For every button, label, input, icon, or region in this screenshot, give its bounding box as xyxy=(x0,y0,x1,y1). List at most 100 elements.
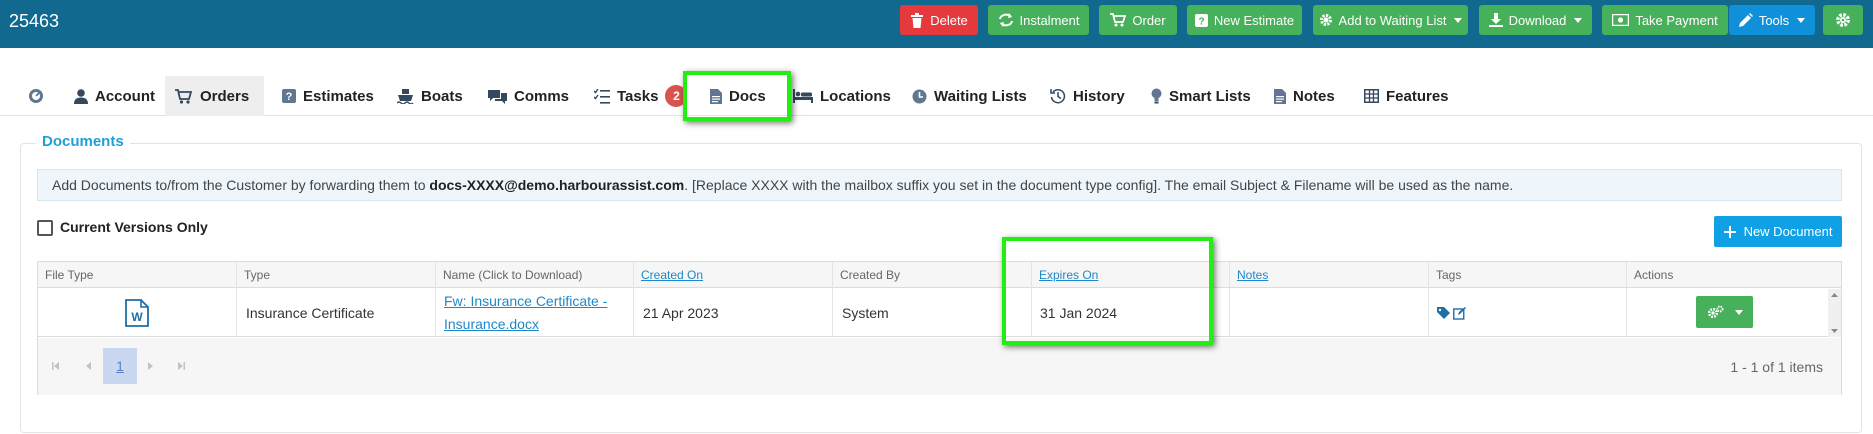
tab-boats[interactable]: Boats xyxy=(387,76,473,116)
tab-smart-lists[interactable]: Smart Lists xyxy=(1141,76,1261,116)
cart-icon xyxy=(175,88,193,104)
tools-button-label: Tools xyxy=(1758,12,1790,28)
tab-tasks[interactable]: Tasks 2 xyxy=(584,76,697,116)
chevron-right-icon xyxy=(148,362,153,370)
first-page-button[interactable] xyxy=(40,348,74,384)
tab-comms-label: Comms xyxy=(514,87,570,105)
ship-icon xyxy=(397,89,414,104)
note-icon xyxy=(1274,88,1286,104)
history-icon xyxy=(1050,88,1066,104)
tab-features[interactable]: Features xyxy=(1354,76,1459,116)
tab-orders-label: Orders xyxy=(200,87,250,105)
gears-icon xyxy=(1707,305,1723,319)
order-button-label: Order xyxy=(1132,12,1166,28)
pager-summary: 1 - 1 of 1 items xyxy=(1730,359,1823,375)
settings-button[interactable] xyxy=(1823,5,1863,35)
tags-cell xyxy=(1437,289,1466,337)
grid-header xyxy=(38,262,1841,288)
tab-notes[interactable]: Notes xyxy=(1264,76,1345,116)
next-page-button[interactable] xyxy=(133,348,167,384)
row-actions-button[interactable] xyxy=(1696,296,1753,328)
tools-button[interactable]: Tools xyxy=(1729,5,1815,35)
add-to-waiting-list-label: Add to Waiting List xyxy=(1338,12,1447,28)
pencil-icon xyxy=(1738,13,1753,27)
tab-tasks-label: Tasks xyxy=(617,87,659,105)
column-header-notes[interactable]: Notes xyxy=(1237,262,1268,288)
expires-on-highlight xyxy=(1002,237,1213,345)
current-versions-checkbox[interactable] xyxy=(37,220,53,236)
svg-text:?: ? xyxy=(286,91,293,103)
new-estimate-button[interactable]: ? New Estimate xyxy=(1187,5,1302,35)
document-name-line-1: Fw: Insurance Certificate - xyxy=(444,293,608,309)
column-header-created-on[interactable]: Created On xyxy=(641,262,703,288)
refresh-icon xyxy=(998,13,1013,27)
tab-smart-lists-label: Smart Lists xyxy=(1169,87,1251,105)
download-button-label: Download xyxy=(1508,12,1567,28)
created-by-cell: System xyxy=(842,305,889,321)
tab-notes-label: Notes xyxy=(1293,87,1335,105)
file-type-cell: W xyxy=(125,289,149,337)
gear-icon xyxy=(1319,14,1332,26)
previous-page-button[interactable] xyxy=(72,348,106,384)
chevron-down-icon xyxy=(1454,17,1463,23)
page-1-button[interactable]: 1 xyxy=(103,348,137,384)
tab-history[interactable]: History xyxy=(1040,76,1135,116)
edit-icon[interactable] xyxy=(1453,306,1466,320)
add-to-waiting-list-button[interactable]: Add to Waiting List xyxy=(1313,5,1468,35)
chevron-down-icon xyxy=(1574,17,1583,23)
take-payment-button[interactable]: Take Payment xyxy=(1602,5,1728,35)
tab-locations[interactable]: Locations xyxy=(783,76,901,116)
plus-icon xyxy=(1723,225,1736,238)
estimate-icon: ? xyxy=(1194,13,1208,27)
document-name-line-2: Insurance.docx xyxy=(444,316,539,332)
tab-estimates-label: Estimates xyxy=(303,87,374,105)
info-email: docs-XXXX@demo.harbourassist.com xyxy=(429,177,685,193)
first-page-icon xyxy=(52,362,59,370)
tab-comms[interactable]: Comms xyxy=(478,76,579,116)
grid-scrollbar[interactable] xyxy=(1828,289,1841,337)
delete-button[interactable]: Delete xyxy=(900,5,978,35)
tab-boats-label: Boats xyxy=(421,87,463,105)
instalment-button[interactable]: Instalment xyxy=(988,5,1089,35)
take-payment-button-label: Take Payment xyxy=(1635,12,1718,28)
chat-icon xyxy=(488,89,507,104)
tab-features-label: Features xyxy=(1386,87,1449,105)
last-page-button[interactable] xyxy=(163,348,197,384)
info-suffix: . [Replace XXXX with the mailbox suffix … xyxy=(684,177,1514,193)
column-header-type: Type xyxy=(244,268,271,282)
created-on-cell: 21 Apr 2023 xyxy=(643,305,719,321)
tag-icon[interactable] xyxy=(1437,307,1451,319)
type-cell: Insurance Certificate xyxy=(246,305,375,321)
order-button[interactable]: Order xyxy=(1099,5,1177,35)
trash-icon xyxy=(911,12,924,28)
top-bar: 25463 Delete Instalment Order ? New Esti… xyxy=(0,0,1873,48)
tab-overview[interactable] xyxy=(18,76,54,116)
info-prefix: Add Documents to/from the Customer by fo… xyxy=(52,177,426,193)
tab-history-label: History xyxy=(1073,87,1125,105)
download-icon xyxy=(1488,13,1503,27)
tab-account[interactable]: Account xyxy=(64,76,165,116)
word-doc-icon: W xyxy=(125,299,149,327)
download-button[interactable]: Download xyxy=(1479,5,1592,35)
current-versions-label: Current Versions Only xyxy=(60,219,208,235)
money-icon xyxy=(1612,14,1630,26)
document-download-link[interactable]: Fw: Insurance Certificate - Insurance.do… xyxy=(444,289,607,337)
scroll-up-icon xyxy=(1831,293,1838,297)
tab-bar: Account Orders ? Estimates Boats Comms T… xyxy=(0,76,1873,116)
tab-waiting-lists-label: Waiting Lists xyxy=(934,87,1027,105)
chevron-down-icon xyxy=(1734,309,1743,315)
record-id: 25463 xyxy=(9,11,60,31)
tab-account-label: Account xyxy=(95,87,155,105)
clock-icon xyxy=(912,89,927,103)
chevron-down-icon xyxy=(1797,17,1806,23)
tab-estimates[interactable]: ? Estimates xyxy=(272,76,384,116)
grid-pager: 1 1 - 1 of 1 items xyxy=(38,338,1841,395)
table-icon xyxy=(1364,89,1379,103)
user-icon xyxy=(74,88,88,104)
tab-orders[interactable]: Orders xyxy=(165,76,264,116)
tab-waiting-lists[interactable]: Waiting Lists xyxy=(902,76,1037,116)
cart-icon xyxy=(1110,13,1127,27)
new-document-button[interactable]: New Document xyxy=(1714,216,1842,247)
chevron-left-icon xyxy=(86,362,91,370)
documents-info-banner: Add Documents to/from the Customer by fo… xyxy=(37,169,1842,201)
